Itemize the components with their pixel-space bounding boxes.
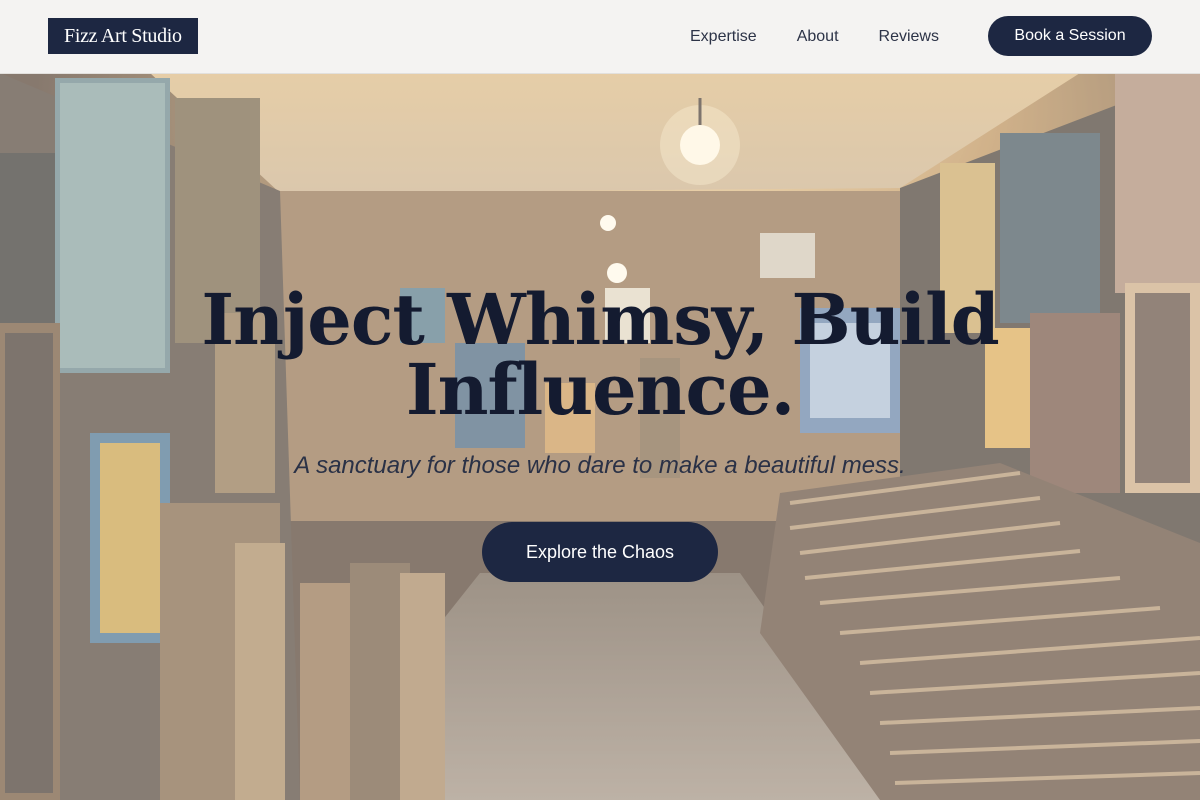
hero-title: Inject Whimsy, Build Influence.	[201, 278, 999, 431]
logo[interactable]: Fizz Art Studio	[48, 18, 198, 54]
explore-chaos-button[interactable]: Explore the Chaos	[482, 522, 718, 582]
hero-subtitle: A sanctuary for those who dare to make a…	[294, 452, 906, 479]
main-nav: Expertise About Reviews	[670, 0, 959, 73]
site-header: Fizz Art Studio Expertise About Reviews …	[0, 0, 1200, 74]
hero-section: Inject Whimsy, Build Influence. A sanctu…	[0, 73, 1200, 800]
hero-overlay	[0, 73, 1200, 800]
landing-page: Fizz Art Studio Expertise About Reviews …	[0, 0, 1200, 800]
nav-link-about[interactable]: About	[797, 28, 839, 46]
nav-link-expertise[interactable]: Expertise	[690, 28, 757, 46]
nav-link-reviews[interactable]: Reviews	[879, 28, 939, 46]
book-session-button[interactable]: Book a Session	[988, 16, 1152, 56]
